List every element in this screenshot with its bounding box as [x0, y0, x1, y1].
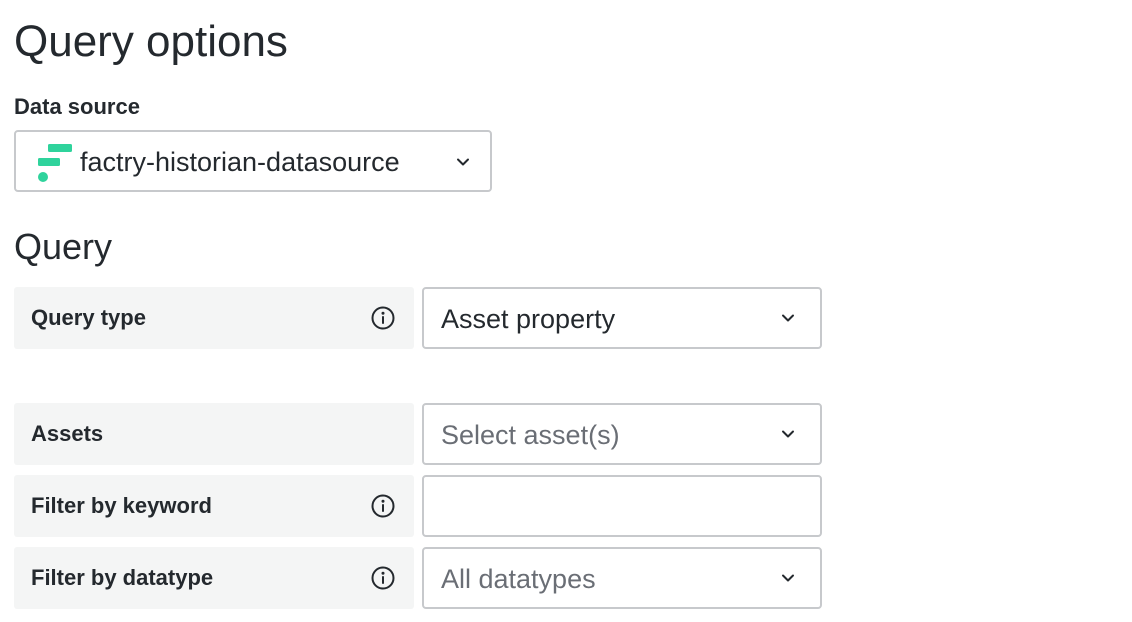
query-type-value: Asset property: [441, 304, 616, 334]
data-source-value: factry-historian-datasource: [80, 147, 400, 177]
chevron-down-icon: [782, 430, 794, 438]
filter-datatype-select[interactable]: All datatypes: [422, 547, 822, 609]
info-icon[interactable]: [370, 305, 396, 331]
factry-logo-icon: [38, 144, 72, 182]
data-source-picker[interactable]: factry-historian-datasource: [14, 130, 492, 192]
filter-datatype-label: Filter by datatype: [31, 565, 214, 590]
data-source-label: Data source: [14, 94, 140, 119]
info-icon[interactable]: [370, 565, 396, 591]
chevron-down-icon: [782, 574, 794, 582]
assets-placeholder: Select asset(s): [441, 420, 620, 450]
info-icon[interactable]: [370, 493, 396, 519]
query-section-heading: Query: [14, 226, 113, 267]
filter-keyword-input[interactable]: [424, 477, 820, 535]
query-type-label: Query type: [31, 305, 146, 330]
assets-label: Assets: [31, 421, 104, 446]
query-type-select[interactable]: Asset property: [422, 287, 822, 349]
chevron-down-icon: [782, 314, 794, 322]
filter-datatype-placeholder: All datatypes: [441, 564, 596, 594]
query-options-panel: Query options Data source factry-histori…: [0, 0, 1132, 622]
filter-keyword-label: Filter by keyword: [31, 493, 212, 518]
assets-label-cell: Assets: [14, 403, 414, 465]
filter-datatype-label-cell: Filter by datatype: [14, 547, 414, 609]
filter-keyword-input-wrap: [422, 475, 822, 537]
assets-select[interactable]: Select asset(s): [422, 403, 822, 465]
filter-keyword-label-cell: Filter by keyword: [14, 475, 414, 537]
page-title: Query options: [14, 17, 288, 66]
chevron-down-icon: [457, 158, 469, 166]
query-type-label-cell: Query type: [14, 287, 414, 349]
